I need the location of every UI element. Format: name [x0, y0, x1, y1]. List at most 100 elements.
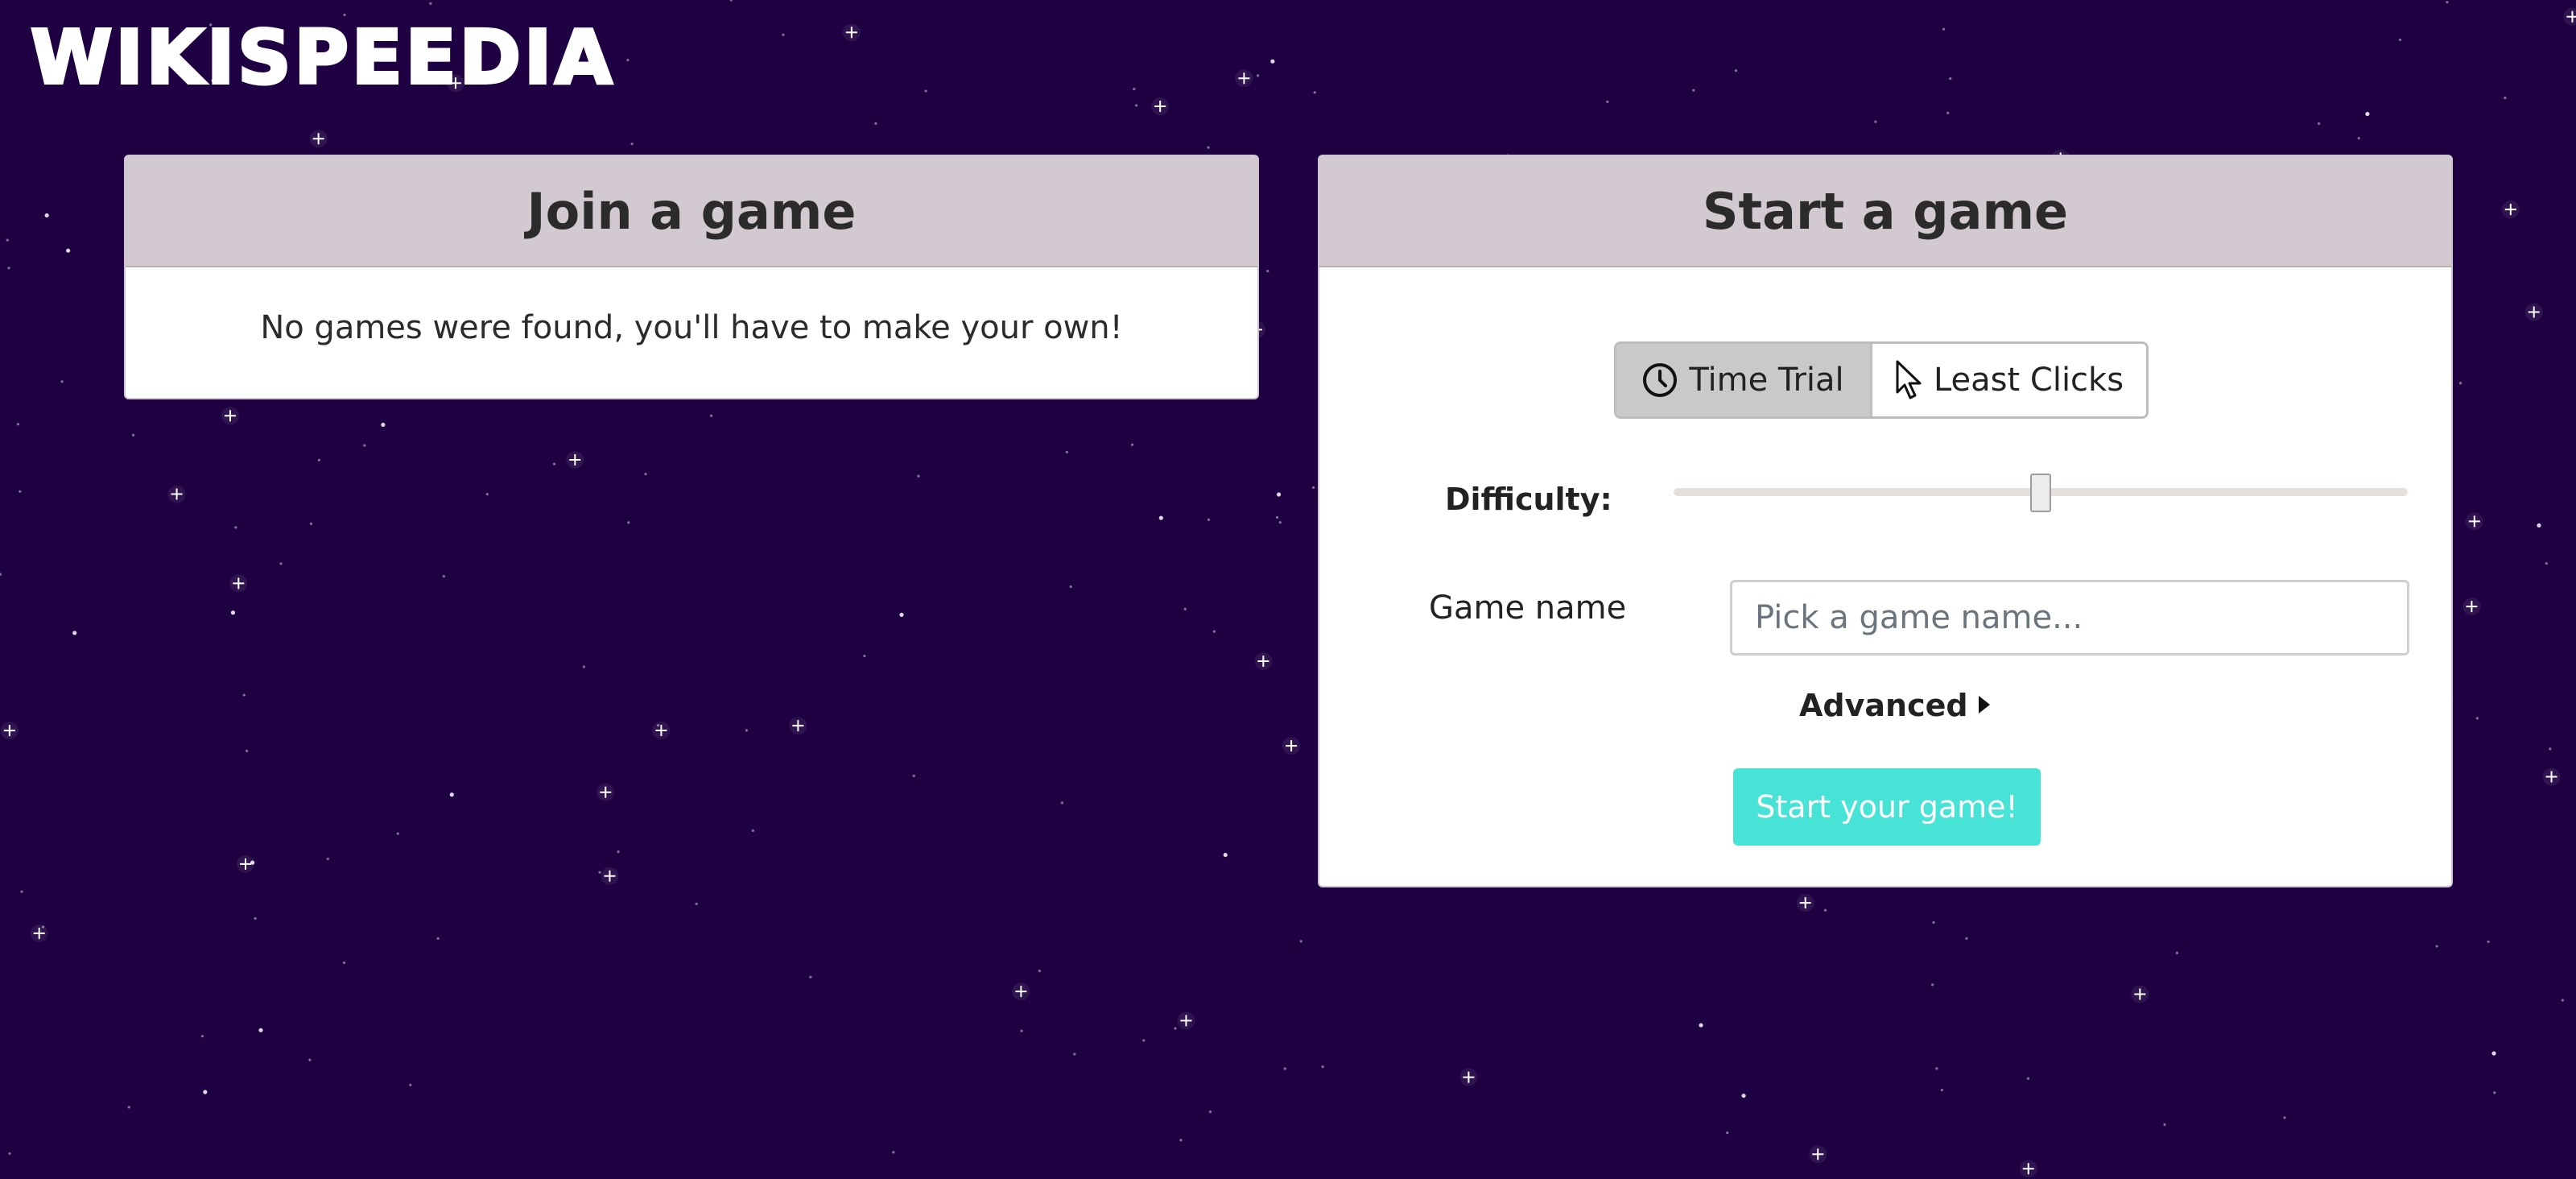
star-sparkle [1177, 1011, 1195, 1030]
star-dot [1060, 801, 1063, 805]
star-dot [751, 829, 754, 832]
star-dot [2163, 1123, 2166, 1127]
star-dot [1207, 518, 1211, 521]
star-dot [250, 860, 255, 865]
star-dot [1158, 515, 1163, 520]
star-dot [0, 573, 2, 576]
star-dot [627, 521, 630, 524]
star-dot [1311, 486, 1315, 490]
start-game-panel: Start a game Time Trial Least Clicks Dif… [1318, 155, 2453, 887]
star-dot [6, 238, 9, 242]
advanced-label: Advanced [1799, 688, 1968, 723]
star-dot [1965, 937, 1968, 940]
star-sparkle [2019, 1160, 2037, 1178]
star-sparkle [1282, 737, 1301, 755]
start-game-header: Start a game [1319, 156, 2451, 267]
star-sparkle [1151, 97, 1170, 116]
star-dot [1179, 1139, 1183, 1142]
star-dot [449, 792, 454, 797]
star-dot [1133, 87, 1136, 91]
star-dot [342, 961, 346, 965]
clock-icon [1642, 362, 1678, 398]
star-dot [917, 474, 920, 478]
star-dot [2561, 999, 2564, 1002]
star-dot [16, 423, 20, 426]
star-dot [2026, 1077, 2029, 1080]
star-dot [230, 610, 236, 615]
star-dot [1174, 1027, 1177, 1030]
star-dot [2545, 562, 2548, 565]
star-dot [924, 89, 927, 93]
star-dot [442, 574, 445, 578]
star-dot [2435, 945, 2438, 948]
star-dot [429, 2, 432, 5]
star-dot [66, 248, 71, 253]
game-name-input[interactable] [1730, 580, 2409, 656]
star-dot [1020, 1029, 1023, 1032]
star-dot [2504, 96, 2507, 100]
start-game-button[interactable]: Start your game! [1733, 768, 2041, 846]
star-dot [644, 472, 647, 476]
star-dot [2283, 1116, 2286, 1119]
advanced-toggle[interactable]: Advanced [1799, 688, 1992, 723]
star-dot [1321, 1065, 1324, 1069]
star-dot [1208, 1110, 1212, 1114]
star-dot [2175, 951, 2179, 954]
star-dot [2357, 137, 2360, 140]
star-dot [203, 1090, 208, 1094]
star-sparkle [2542, 767, 2561, 786]
least-clicks-label: Least Clicks [1933, 362, 2124, 399]
least-clicks-mode-button[interactable]: Least Clicks [1872, 344, 2146, 416]
star-dot [598, 871, 601, 874]
star-dot [326, 857, 329, 861]
star-sparkle [2131, 985, 2149, 1003]
star-dot [892, 1151, 895, 1154]
star-dot [1276, 492, 1282, 497]
star-dot [745, 729, 748, 732]
star-dot [1207, 146, 1210, 149]
star-dot [409, 1083, 412, 1086]
star-dot [863, 655, 866, 658]
star-dot [72, 631, 77, 635]
star-dot [234, 526, 237, 529]
star-dot [709, 414, 713, 417]
star-sparkle [597, 783, 615, 801]
star-dot [1266, 269, 1269, 273]
star-dot [1313, 91, 1316, 94]
star-sparkle [1235, 69, 1253, 88]
star-dot [1823, 908, 1827, 912]
star-sparkle [1254, 652, 1273, 670]
star-dot [2318, 122, 2321, 126]
star-dot [2458, 382, 2462, 385]
star-sparkle [1459, 1068, 1478, 1086]
star-dot [782, 33, 785, 36]
star-dot [2549, 747, 2552, 751]
no-games-message: No games were found, you'll have to make… [260, 309, 1123, 346]
star-dot [1270, 59, 1275, 64]
join-game-header: Join a game [126, 156, 1257, 267]
star-sparkle [789, 717, 807, 735]
star-sparkle [1809, 1145, 1827, 1164]
time-trial-mode-button[interactable]: Time Trial [1616, 344, 1872, 416]
star-sparkle [842, 23, 861, 42]
star-sparkle [2465, 512, 2483, 531]
star-dot [396, 832, 399, 835]
star-dot [2493, 1091, 2496, 1094]
star-dot [1142, 1039, 1146, 1042]
star-dot [254, 916, 257, 920]
star-sparkle [1012, 982, 1030, 1001]
star-dot [7, 267, 10, 270]
join-game-title: Join a game [526, 181, 857, 241]
game-name-label: Game name [1429, 590, 1627, 627]
star-dot [1699, 1023, 1703, 1028]
star-dot [1223, 852, 1228, 858]
star-dot [246, 749, 249, 753]
star-sparkle [2524, 303, 2543, 321]
star-dot [582, 665, 585, 668]
star-sparkle [566, 451, 584, 470]
app-logo[interactable]: WIKISPEEDIA [29, 16, 615, 100]
difficulty-slider-thumb[interactable] [2030, 474, 2051, 512]
star-dot [1065, 450, 1068, 453]
star-dot [485, 493, 489, 496]
star-dot [2475, 717, 2479, 720]
